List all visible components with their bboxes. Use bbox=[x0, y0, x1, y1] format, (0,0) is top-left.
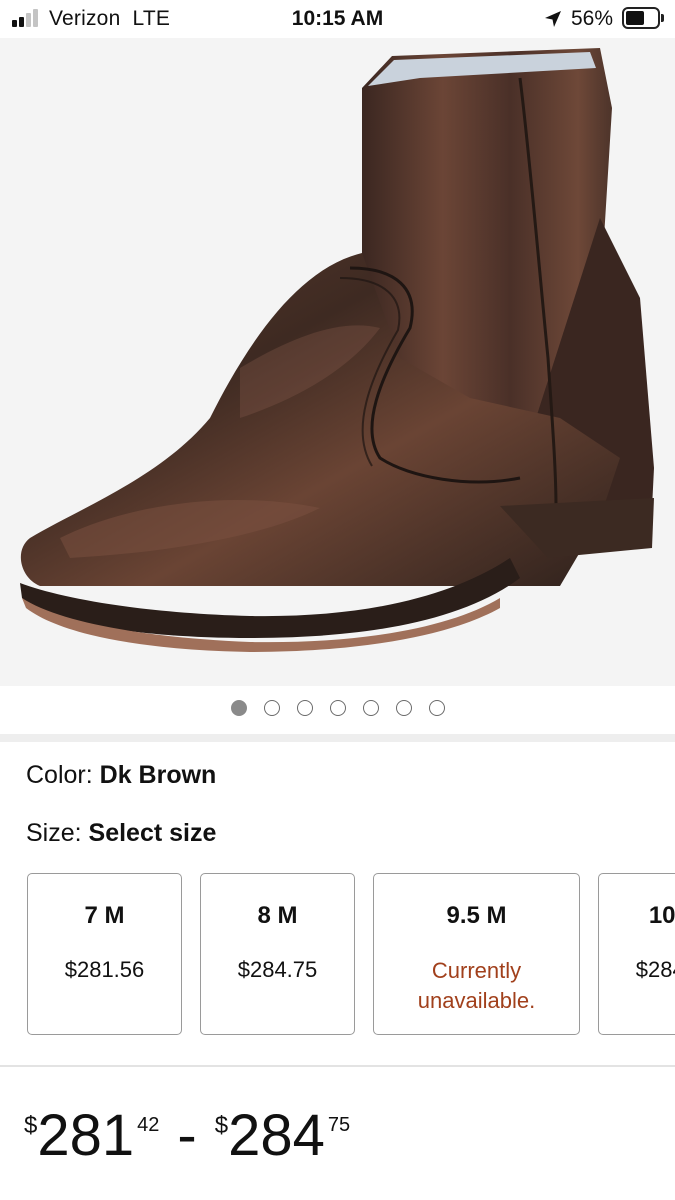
image-carousel-dots[interactable] bbox=[0, 699, 675, 721]
size-name: 8 M bbox=[257, 902, 298, 929]
status-bar: Verizon LTE 10:15 AM 56% bbox=[0, 0, 675, 38]
size-price: $281.56 bbox=[64, 957, 145, 982]
section-divider bbox=[0, 734, 675, 742]
color-label: Color: bbox=[26, 761, 100, 789]
carousel-dot[interactable] bbox=[296, 699, 313, 716]
carousel-dot[interactable] bbox=[329, 699, 346, 716]
price-currency: $ bbox=[214, 1112, 229, 1139]
price-low-whole: 281 bbox=[37, 1103, 135, 1168]
battery-icon bbox=[622, 7, 664, 29]
size-name: 7 M bbox=[84, 902, 125, 929]
color-value: Dk Brown bbox=[99, 761, 217, 789]
size-label: Size: bbox=[26, 819, 89, 847]
price-separator: - bbox=[177, 1103, 197, 1168]
size-option-7m[interactable]: 7 M $281.56 bbox=[27, 873, 182, 1035]
location-arrow-icon bbox=[545, 11, 561, 27]
unavailable-status: Currently unavailable. bbox=[417, 958, 536, 1013]
carousel-dot[interactable] bbox=[263, 699, 280, 716]
size-options-list: 7 M $281.56 8 M $284.75 9.5 M Currently … bbox=[0, 872, 675, 1038]
size-name: 9.5 M bbox=[446, 902, 507, 929]
size-price: $284.75 bbox=[237, 957, 318, 982]
carousel-dot[interactable] bbox=[395, 699, 412, 716]
size-selection: Size: Select size bbox=[26, 819, 216, 848]
price-currency: $ bbox=[24, 1112, 38, 1139]
ankle-boot-photo-icon bbox=[20, 48, 654, 652]
carousel-dot[interactable] bbox=[428, 699, 445, 716]
price-range: $281 42- $284 75 bbox=[24, 1100, 350, 1172]
section-divider bbox=[0, 1065, 675, 1067]
color-selection: Color: Dk Brown bbox=[26, 761, 216, 790]
size-price: $284.75 bbox=[635, 957, 675, 982]
price-low-fraction: 42 bbox=[137, 1114, 160, 1136]
carousel-dot[interactable] bbox=[230, 699, 247, 716]
size-name: 10 M bbox=[648, 902, 675, 929]
price-high-whole: 284 bbox=[228, 1103, 325, 1168]
size-option-9-5m[interactable]: 9.5 M Currently unavailable. bbox=[373, 873, 580, 1035]
battery-percent: 56% bbox=[571, 7, 614, 30]
carousel-dot[interactable] bbox=[362, 699, 379, 716]
size-option-10m[interactable]: 10 M $284.75 bbox=[598, 873, 675, 1035]
size-option-8m[interactable]: 8 M $284.75 bbox=[200, 873, 355, 1035]
price-high-fraction: 75 bbox=[327, 1114, 351, 1136]
product-image[interactable] bbox=[0, 38, 675, 686]
size-value: Select size bbox=[88, 819, 217, 847]
